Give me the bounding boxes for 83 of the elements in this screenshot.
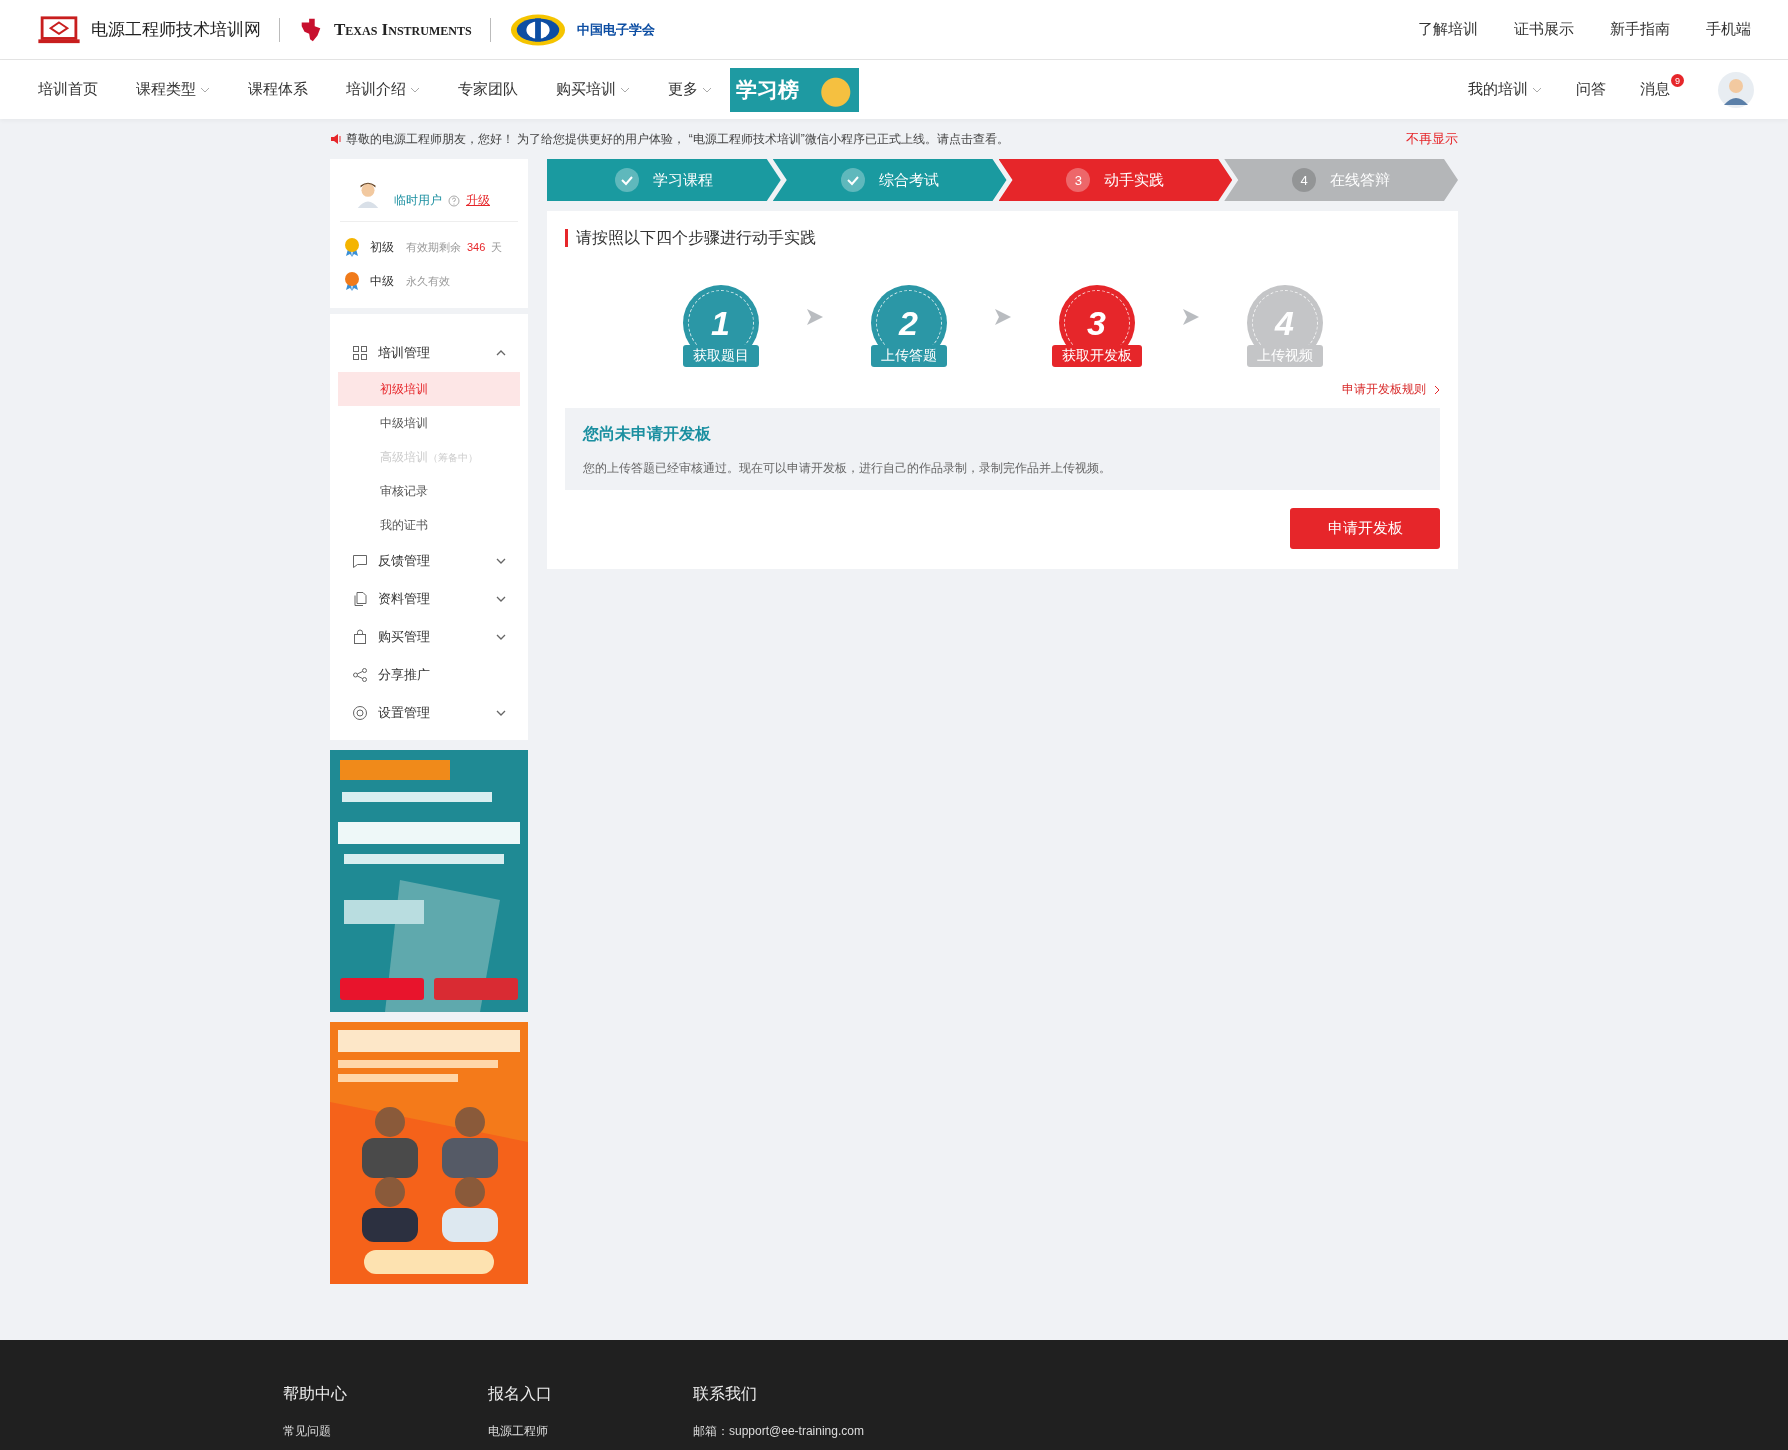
laptop-logo-icon [37,14,81,45]
speaker-icon [330,133,342,145]
caret-icon [410,86,420,93]
arrow-icon [804,307,825,327]
menu-item[interactable]: 初级培训 [338,372,520,406]
menu-item[interactable]: 中级培训 [338,406,520,440]
grid-icon [352,345,368,361]
step-ribbon: 上传答题 [870,345,947,367]
nav-item[interactable]: 消息 9 [1640,74,1684,99]
settings-icon [352,705,368,721]
nav-item[interactable]: 课程类型 [136,80,210,99]
user-name: 临时用户 [394,192,442,209]
chevron-up-icon [496,350,506,356]
menu-group[interactable]: 设置管理 [330,694,528,732]
menu-item[interactable]: 我的证书 [338,508,520,542]
menu-group[interactable]: 分享推广 [330,656,528,694]
avatar-icon[interactable] [1718,71,1754,108]
nav-item[interactable]: 更多 [668,80,712,99]
caret-icon [702,86,712,93]
step-label: 动手实践 [1104,170,1165,190]
footer-link[interactable]: 电源工程师 [488,1423,693,1440]
message-badge: 9 [1671,74,1684,87]
caret-icon [620,86,630,93]
notice-text[interactable]: 尊敬的电源工程师朋友，您好！ 为了给您提供更好的用户体验， “电源工程师技术培训”微信小程序已正式上线。请点击查看。 [346,130,1009,148]
menu-group[interactable]: 购买管理 [330,618,528,656]
days-remaining: 346 [467,241,486,253]
society-name[interactable]: 中国电子学会 [576,20,655,39]
chat-icon [352,553,368,569]
level-name: 初级 [370,238,394,256]
info-text: 您的上传答题已经审核通过。现在可以申请开发板，进行自己的作品录制，录制完作品并上传视频。 [583,461,1112,476]
step-label: 学习课程 [652,170,713,190]
top-link[interactable]: 新手指南 [1610,20,1670,39]
partner-name[interactable]: Texas Instruments [334,19,472,40]
apply-button[interactable]: 申请开发板 [1290,508,1440,549]
step-ribbon: 获取开发板 [1051,345,1142,367]
nav-item[interactable]: 购买培训 [556,80,630,99]
step-label: 综合考试 [878,170,939,190]
footer-link[interactable]: 常见问题 [283,1423,488,1440]
menu-item[interactable]: 审核记录 [338,474,520,508]
nav-item[interactable]: 专家团队 [458,80,518,99]
bag-icon [352,629,368,645]
chevron-down-icon [496,558,506,564]
footer-heading: 帮助中心 [283,1384,348,1404]
upgrade-link[interactable]: 升级 [466,192,490,209]
top-link[interactable]: 了解培训 [1418,20,1478,39]
menu-group[interactable]: 培训管理 [330,334,528,372]
step-number: 3 [1066,168,1091,192]
nav-item[interactable]: 培训介绍 [346,80,420,99]
arrow-icon [992,307,1013,327]
top-link[interactable]: 手机端 [1706,20,1751,39]
footer-heading: 联系我们 [693,1384,758,1404]
site-name[interactable]: 电源工程师技术培训网 [91,18,261,41]
dismiss-link[interactable]: 不再显示 [1406,130,1458,148]
chevron-down-icon [496,634,506,640]
footer-heading: 报名入口 [488,1384,553,1404]
section-heading: 请按照以下四个步骤进行动手实践 [565,229,1440,247]
nav-item[interactable]: 问答 [1576,80,1606,99]
info-title: 您尚未申请开发板 [583,424,712,444]
step-number: 4 [1292,168,1317,192]
rules-link[interactable]: 申请开发板规则 [1342,381,1426,398]
menu-group[interactable]: 反馈管理 [330,542,528,580]
level-name: 中级 [370,272,394,290]
nav-item[interactable]: 培训首页 [38,80,98,99]
check-icon [840,168,865,192]
chevron-right-icon[interactable] [1434,384,1440,395]
chevron-down-icon [496,596,506,602]
nav-item[interactable]: 课程体系 [248,80,308,99]
documents-icon [352,591,368,607]
caret-icon [1532,86,1542,93]
footer-link[interactable]: 邮箱：support@ee-training.com [693,1423,993,1440]
level-validity: 有效期剩余 [406,239,461,255]
menu-group[interactable]: 资料管理 [330,580,528,618]
check-icon [614,168,639,192]
days-unit: 天 [491,239,503,255]
step-label: 在线答辩 [1330,170,1391,190]
caret-icon [200,86,210,93]
arrow-icon [1180,307,1201,327]
level-validity: 永久有效 [406,273,450,289]
share-icon [352,667,368,683]
chevron-down-icon [496,710,506,716]
step-ribbon: 获取题目 [682,345,759,367]
nav-item[interactable]: 我的培训 [1468,80,1542,99]
top-link[interactable]: 证书展示 [1514,20,1574,39]
